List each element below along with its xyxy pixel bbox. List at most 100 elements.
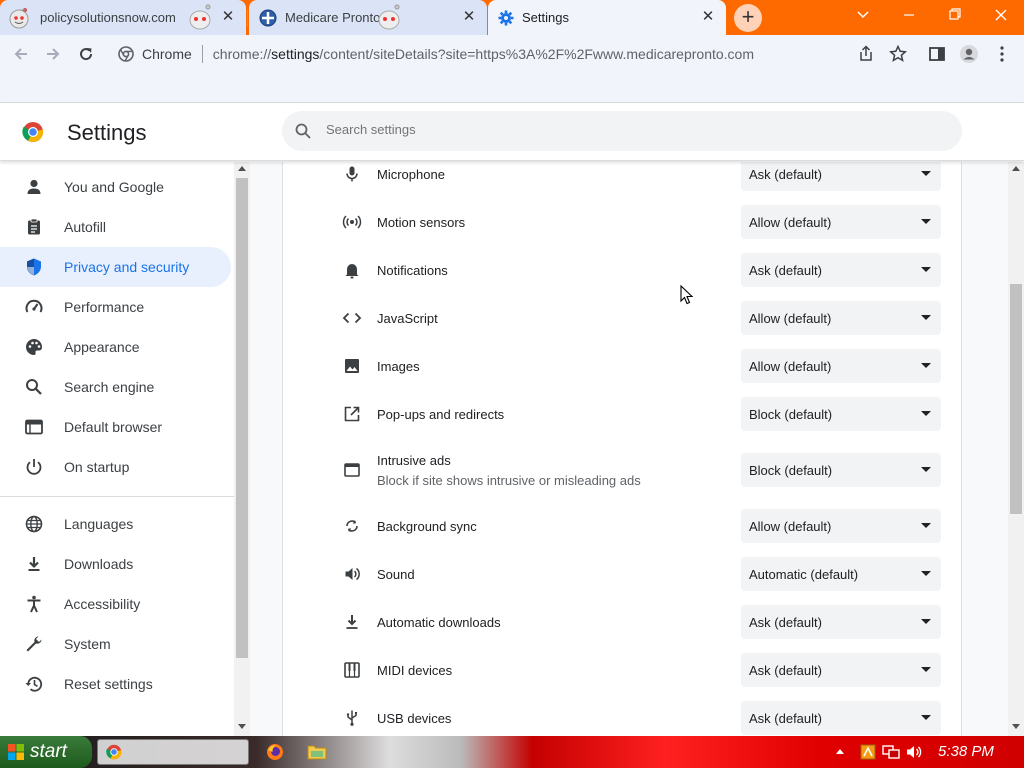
url-path: /content/siteDetails?site=https%3A%2F%2F… [319,46,754,62]
sidebar-scrollbar[interactable] [234,162,250,736]
permission-name: Microphone [377,167,445,182]
back-button[interactable] [10,43,32,65]
search-icon [24,377,44,397]
settings-sidebar: You and Google Autofill Privacy and secu… [0,162,234,736]
taskbar-chrome-window[interactable] [97,739,249,765]
forward-button[interactable] [42,43,64,65]
window-icon [341,459,363,481]
profile-avatar-icon[interactable] [958,43,980,65]
permission-row-motion-sensors: Motion sensors Allow (default) [283,205,961,258]
close-tab-button[interactable]: ✕ [220,9,236,25]
sidebar-scroll-thumb[interactable] [236,178,248,658]
code-icon [341,307,363,329]
firefox-icon[interactable] [266,743,284,761]
browser-toolbar: Chrome chrome://settings/content/siteDet… [0,35,1024,73]
permission-row-background-sync: Background sync Allow (default) [283,509,961,562]
tab-settings[interactable]: Settings ✕ [488,0,726,35]
chrome-logo-icon [106,744,122,760]
close-tab-button[interactable]: ✕ [700,9,716,25]
browser-window-icon [24,417,44,437]
tab-title: Medicare Pronto [285,10,381,25]
dropdown-arrow-icon [921,523,931,528]
close-window-button[interactable] [978,0,1024,30]
content-scrollbar[interactable] [1008,162,1024,736]
person-icon [24,177,44,197]
close-tab-button[interactable]: ✕ [461,9,477,25]
sidebar-item-system[interactable]: System [0,624,231,664]
scroll-up-arrow-icon[interactable] [238,166,246,171]
sidebar-item-privacy-and-security[interactable]: Privacy and security [0,247,231,287]
permission-select-usb-devices[interactable]: Ask (default) [741,701,941,735]
volume-icon[interactable] [906,744,924,760]
tab-search-chevron-icon[interactable] [840,0,886,30]
sidebar-item-label: Appearance [64,339,140,355]
permission-select-background-sync[interactable]: Allow (default) [741,509,941,543]
url-text[interactable]: chrome://settings/content/siteDetails?si… [213,46,754,62]
sidebar-item-appearance[interactable]: Appearance [0,327,231,367]
power-icon [24,457,44,477]
permission-name: USB devices [377,711,452,726]
sidebar-divider [0,496,234,497]
bookmark-star-icon[interactable] [887,43,909,65]
permission-select-midi-devices[interactable]: Ask (default) [741,653,941,687]
sidebar-item-performance[interactable]: Performance [0,287,231,327]
permission-select-motion-sensors[interactable]: Allow (default) [741,205,941,239]
tray-expand-arrow-icon[interactable] [836,749,844,754]
permission-select-javascript[interactable]: Allow (default) [741,301,941,335]
sidebar-item-downloads[interactable]: Downloads [0,544,231,584]
content-scroll-thumb[interactable] [1010,284,1022,514]
bookmarks-bar [0,73,1024,103]
permission-select-microphone[interactable]: Ask (default) [741,162,941,191]
network-icon[interactable] [882,744,900,760]
settings-search-box[interactable] [282,111,962,151]
sidebar-item-reset-settings[interactable]: Reset settings [0,664,231,704]
tab-title: Settings [522,10,569,25]
restore-button[interactable] [932,0,978,30]
new-tab-button[interactable]: + [734,4,762,32]
sidebar-item-languages[interactable]: Languages [0,504,231,544]
sidebar-item-accessibility[interactable]: Accessibility [0,584,231,624]
start-button[interactable]: start [0,736,92,768]
permission-select-pop-ups[interactable]: Block (default) [741,397,941,431]
address-bar[interactable]: Chrome chrome://settings/content/siteDet… [108,38,928,70]
scroll-down-arrow-icon[interactable] [238,724,246,729]
select-value: Allow (default) [749,519,832,534]
select-value: Allow (default) [749,359,832,374]
start-label: start [30,741,67,762]
usb-icon [341,707,363,729]
sync-icon [341,515,363,537]
more-menu-icon[interactable] [991,43,1013,65]
permission-select-automatic-downloads[interactable]: Ask (default) [741,605,941,639]
scroll-up-arrow-icon[interactable] [1012,166,1020,171]
select-value: Ask (default) [749,263,822,278]
side-panel-icon[interactable] [926,43,948,65]
share-icon[interactable] [855,43,877,65]
reload-button[interactable] [75,43,97,65]
sidebar-item-autofill[interactable]: Autofill [0,207,231,247]
search-input[interactable] [326,122,926,137]
tab-medicare-pronto[interactable]: Medicare Pronto ✕ [249,0,487,35]
scroll-down-arrow-icon[interactable] [1012,724,1020,729]
select-value: Ask (default) [749,711,822,726]
permission-row-automatic-downloads: Automatic downloads Ask (default) [283,605,961,658]
shield-icon [24,257,44,277]
minimize-button[interactable] [886,0,932,30]
permission-description: Block if site shows intrusive or mislead… [377,473,641,488]
tray-app-icon[interactable] [860,744,876,760]
permission-select-intrusive-ads[interactable]: Block (default) [741,453,941,487]
sidebar-item-search-engine[interactable]: Search engine [0,367,231,407]
tab-policysolutionsnow[interactable]: policysolutionsnow.com ✕ [0,0,246,35]
microphone-icon [341,163,363,185]
folder-icon[interactable] [307,743,327,761]
permission-select-notifications[interactable]: Ask (default) [741,253,941,287]
sidebar-item-label: Search engine [64,379,155,395]
permission-name: JavaScript [377,311,438,326]
permission-select-images[interactable]: Allow (default) [741,349,941,383]
permission-row-sound: Sound Automatic (default) [283,557,961,610]
permission-select-sound[interactable]: Automatic (default) [741,557,941,591]
select-value: Block (default) [749,463,833,478]
sidebar-item-default-browser[interactable]: Default browser [0,407,231,447]
taskbar-clock[interactable]: 5:38 PM [938,743,994,760]
sidebar-item-you-and-google[interactable]: You and Google [0,167,231,207]
sidebar-item-on-startup[interactable]: On startup [0,447,231,487]
